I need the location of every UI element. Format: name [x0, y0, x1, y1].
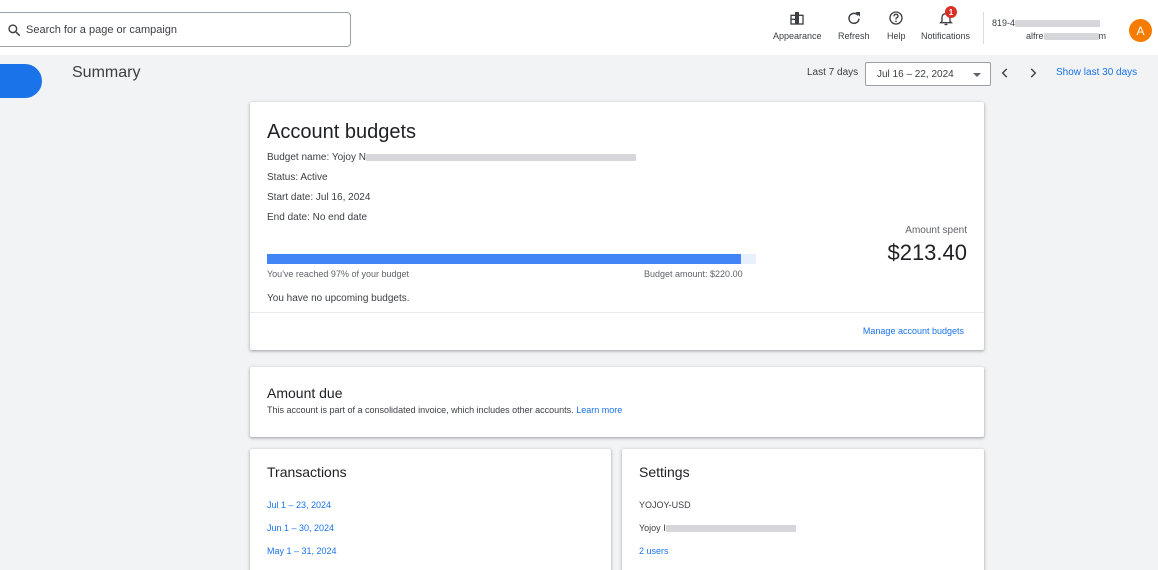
amount-due-card: Amount due This account is part of a con… — [250, 367, 984, 437]
dropdown-caret-icon — [973, 73, 981, 77]
settings-title: Settings — [639, 464, 690, 480]
transactions-card: Transactions Jul 1 – 23, 2024 Jun 1 – 30… — [250, 449, 611, 570]
account-id-text: 819-4 — [992, 18, 1016, 28]
amount-spent-value: $213.40 — [887, 240, 967, 265]
budget-name-text: Budget name: Yojoy N — [267, 152, 366, 163]
help-button[interactable]: Help — [887, 10, 906, 41]
help-icon — [889, 11, 903, 25]
account-email-start: alfre — [1026, 31, 1044, 41]
date-range-label: Last 7 days — [807, 67, 859, 78]
redacted-block — [1043, 33, 1099, 41]
notification-badge: 1 — [945, 6, 957, 18]
chevron-right-icon[interactable] — [1026, 66, 1040, 80]
transactions-title: Transactions — [267, 464, 347, 480]
search-box[interactable] — [0, 12, 351, 47]
notifications-label: Notifications — [921, 31, 971, 41]
transaction-link[interactable]: Jun 1 – 30, 2024 — [267, 523, 334, 533]
settings-account-code: YOJOY-USD — [639, 500, 691, 510]
avatar[interactable]: A — [1129, 19, 1152, 42]
show-last-30-days-link[interactable]: Show last 30 days — [1056, 67, 1137, 78]
budget-progress-bar — [267, 254, 756, 264]
settings-account-name: Yojoy I — [639, 523, 796, 533]
appearance-label: Appearance — [773, 31, 822, 41]
budget-amount: Budget amount: $220.00 — [644, 269, 743, 279]
amount-due-text: This account is part of a consolidated i… — [267, 405, 622, 415]
account-email-end: m — [1098, 31, 1107, 41]
budget-progress-fill — [267, 254, 742, 264]
manage-account-budgets-link[interactable]: Manage account budgets — [863, 326, 964, 336]
help-label: Help — [887, 31, 906, 41]
budget-start-date: Start date: Jul 16, 2024 — [267, 192, 371, 203]
date-range-value: Jul 16 – 22, 2024 — [877, 68, 954, 80]
page-title: Summary — [72, 64, 141, 81]
learn-more-link[interactable]: Learn more — [576, 405, 622, 415]
search-icon — [8, 23, 21, 36]
amount-due-title: Amount due — [267, 385, 343, 401]
transaction-link[interactable]: Jul 1 – 23, 2024 — [267, 500, 331, 510]
refresh-button[interactable]: Refresh — [838, 10, 870, 41]
budget-status: Status: Active — [267, 172, 328, 183]
top-bar: Appearance Refresh Help 1 Notifications … — [0, 0, 1158, 55]
redacted-block — [1015, 20, 1101, 28]
refresh-label: Refresh — [838, 31, 870, 41]
upcoming-budgets-text: You have no upcoming budgets. — [267, 293, 410, 304]
create-button-pill[interactable] — [0, 64, 42, 98]
account-id: 819-4 — [992, 18, 1101, 28]
search-input[interactable] — [26, 23, 326, 36]
settings-account-name-text: Yojoy I — [639, 523, 666, 533]
settings-users-link[interactable]: 2 users — [639, 546, 669, 556]
card-divider — [250, 312, 984, 313]
redacted-block — [365, 153, 636, 161]
notifications-button[interactable]: 1 Notifications — [921, 6, 971, 41]
date-range-select[interactable]: Jul 16 – 22, 2024 — [865, 62, 991, 86]
settings-card: Settings YOJOY-USD Yojoy I 2 users — [622, 449, 984, 570]
appearance-button[interactable]: Appearance — [773, 10, 822, 41]
account-email: alfre m — [1026, 31, 1106, 41]
appearance-icon — [790, 12, 804, 25]
account-budgets-title: Account budgets — [267, 121, 416, 143]
toolbar-divider — [983, 12, 984, 44]
budget-progress-text: You've reached 97% of your budget — [267, 269, 409, 279]
budget-end-date: End date: No end date — [267, 212, 368, 223]
budget-name: Budget name: Yojoy N — [267, 152, 636, 163]
amount-spent-label: Amount spent — [905, 225, 967, 236]
amount-due-description: This account is part of a consolidated i… — [267, 405, 574, 415]
redacted-block — [665, 525, 796, 533]
refresh-icon — [848, 12, 860, 25]
account-budgets-card: Account budgets Budget name: Yojoy N Sta… — [250, 102, 984, 350]
transaction-link[interactable]: May 1 – 31, 2024 — [267, 546, 337, 556]
chevron-left-icon[interactable] — [998, 66, 1012, 80]
